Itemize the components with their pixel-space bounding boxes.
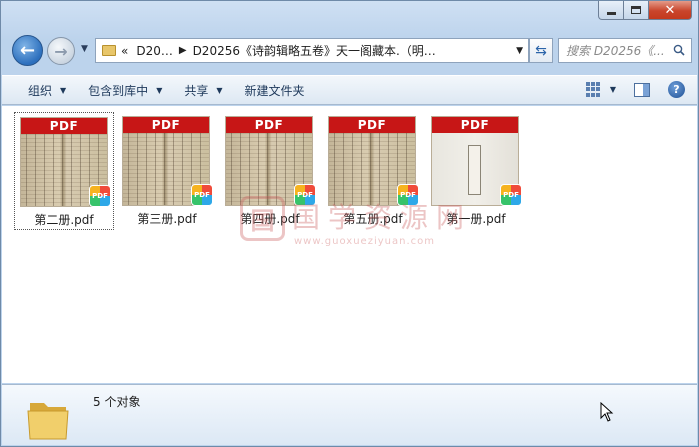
command-bar: 组织 ▼ 包含到库中 ▼ 共享 ▼ 新建文件夹 ▼ ? xyxy=(2,75,697,105)
mouse-cursor-icon xyxy=(600,402,614,422)
cover-title-strip xyxy=(468,145,481,195)
chevron-down-icon: ▼ xyxy=(60,85,67,95)
folder-icon xyxy=(102,45,116,56)
pdf-band: PDF xyxy=(21,118,107,134)
include-in-library-button[interactable]: 包含到库中 ▼ xyxy=(77,82,173,99)
breadcrumb-item[interactable]: D20… xyxy=(136,44,173,58)
close-icon: ✕ xyxy=(664,2,676,18)
file-item[interactable]: PDF PDF 第四册.pdf xyxy=(220,112,320,230)
refresh-button[interactable]: ⇆ xyxy=(529,38,553,63)
pdf-app-icon: PDF xyxy=(397,184,419,206)
back-arrow-icon: ← xyxy=(19,40,36,61)
maximize-icon xyxy=(631,6,641,14)
search-icon xyxy=(673,44,685,56)
folder-icon xyxy=(27,403,69,440)
toolbar-right: ▼ ? xyxy=(585,81,685,98)
file-name: 第三册.pdf xyxy=(137,212,197,226)
share-label: 共享 xyxy=(184,83,209,98)
minimize-button[interactable] xyxy=(598,1,624,20)
forward-button[interactable]: → xyxy=(47,37,75,65)
organize-button[interactable]: 组织 ▼ xyxy=(17,82,77,99)
help-icon[interactable]: ? xyxy=(668,81,685,98)
navigation-bar: ← → ▼ « D20… ▶ D20256《诗韵辑略五卷》天一阁藏本.（明… ▼… xyxy=(9,34,692,66)
pdf-band: PDF xyxy=(432,117,518,133)
file-name: 第五册.pdf xyxy=(343,212,403,226)
file-name: 第一册.pdf xyxy=(446,212,506,226)
maximize-button[interactable] xyxy=(624,1,649,20)
minimize-icon xyxy=(606,11,616,15)
recent-pages-dropdown[interactable]: ▼ xyxy=(81,44,88,54)
file-list: PDF PDF 第二册.pdf PDF PDF 第三册.pdf PDF PDF … xyxy=(2,106,697,383)
address-overflow[interactable]: « xyxy=(121,44,128,58)
file-item[interactable]: PDF PDF 第三册.pdf xyxy=(117,112,217,230)
pdf-app-icon: PDF xyxy=(191,184,213,206)
organize-label: 组织 xyxy=(28,83,53,98)
refresh-icon: ⇆ xyxy=(535,42,547,59)
explorer-window: ✕ ← → ▼ « D20… ▶ D20256《诗韵辑略五卷》天一阁藏本.（明…… xyxy=(0,0,699,447)
new-folder-label: 新建文件夹 xyxy=(244,83,305,98)
file-name: 第四册.pdf xyxy=(240,212,300,226)
pdf-app-icon: PDF xyxy=(89,185,111,207)
file-item[interactable]: PDF PDF 第五册.pdf xyxy=(323,112,423,230)
watermark-url: www.guoxueziyuan.com xyxy=(294,236,435,247)
search-placeholder: 搜索 D20256《... xyxy=(566,44,665,58)
include-in-library-label: 包含到库中 xyxy=(88,83,149,98)
change-view-icon[interactable] xyxy=(585,81,602,98)
close-button[interactable]: ✕ xyxy=(649,1,692,20)
address-dropdown-icon[interactable]: ▼ xyxy=(516,46,523,56)
search-input[interactable]: 搜索 D20256《... xyxy=(558,38,692,63)
pdf-band: PDF xyxy=(123,117,209,133)
pdf-band: PDF xyxy=(329,117,415,133)
new-folder-button[interactable]: 新建文件夹 xyxy=(234,82,316,99)
pdf-band: PDF xyxy=(226,117,312,133)
view-options-dropdown[interactable]: ▼ xyxy=(610,85,616,94)
caption-buttons: ✕ xyxy=(598,1,692,20)
pdf-app-icon: PDF xyxy=(500,184,522,206)
pdf-app-icon: PDF xyxy=(294,184,316,206)
chevron-down-icon: ▼ xyxy=(156,85,163,95)
address-bar[interactable]: « D20… ▶ D20256《诗韵辑略五卷》天一阁藏本.（明… ▼ xyxy=(95,38,529,63)
forward-arrow-icon: → xyxy=(54,41,68,61)
chevron-down-icon: ▼ xyxy=(216,85,223,95)
preview-pane-icon[interactable] xyxy=(634,82,650,97)
details-pane: 5 个对象 xyxy=(2,384,697,445)
file-item[interactable]: PDF PDF 第二册.pdf xyxy=(14,112,114,230)
share-button[interactable]: 共享 ▼ xyxy=(173,82,233,99)
file-name: 第二册.pdf xyxy=(34,213,94,227)
breadcrumb-item-current[interactable]: D20256《诗韵辑略五卷》天一阁藏本.（明… xyxy=(193,42,436,59)
back-button[interactable]: ← xyxy=(12,35,43,66)
item-count: 5 个对象 xyxy=(93,395,141,409)
file-item[interactable]: PDF PDF 第一册.pdf xyxy=(426,112,526,230)
chevron-right-icon[interactable]: ▶ xyxy=(179,45,187,56)
